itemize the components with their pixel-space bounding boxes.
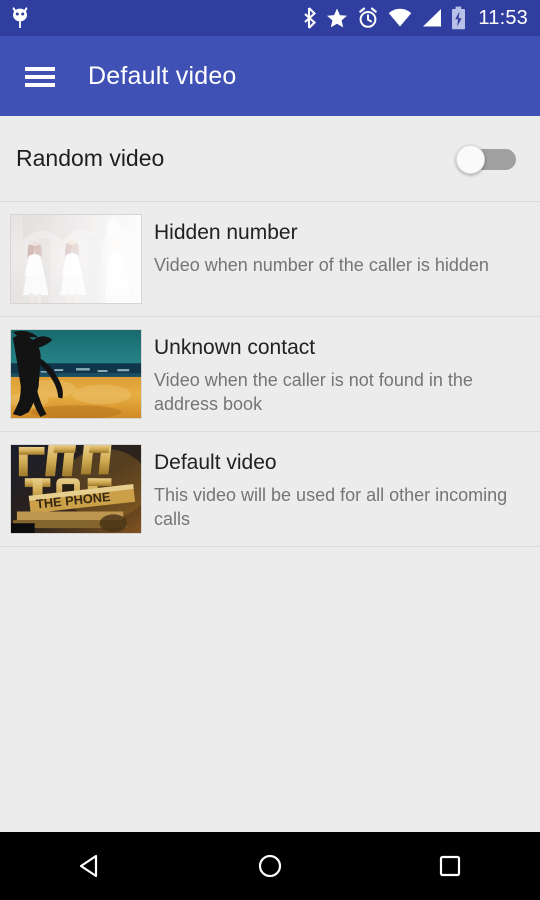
list-item-subtitle: Video when the caller is not found in th…	[154, 370, 473, 414]
back-triangle-icon	[79, 854, 98, 878]
gold-logo-the-phone-thumbnail: THE PHONE	[10, 444, 142, 534]
bluetooth-icon	[304, 7, 317, 29]
list-item-title: Default video	[154, 451, 277, 474]
list-item[interactable]: THE PHONE Default video This video will …	[0, 432, 540, 547]
status-bar-clock: 11:53	[478, 7, 528, 29]
alarm-icon	[359, 7, 378, 28]
status-bar-notifications	[10, 6, 30, 30]
list-item-subtitle: Video when number of the caller is hidde…	[154, 255, 489, 276]
video-list: Hidden number Video when number of the c…	[0, 202, 540, 547]
system-navigation-bar	[0, 832, 540, 900]
battery-charging-icon	[452, 6, 466, 30]
star-icon	[327, 8, 348, 28]
status-bar: 11:53	[0, 0, 540, 36]
pale-hall-dancers-thumbnail	[10, 214, 142, 304]
random-video-label: Random video	[16, 145, 165, 171]
app-bar: Default video	[0, 36, 540, 116]
signal-icon	[423, 9, 442, 27]
list-item-title: Unknown contact	[154, 336, 316, 359]
list-item-text: Unknown contact Video when the caller is…	[142, 329, 524, 417]
hamburger-menu-icon[interactable]	[22, 58, 58, 94]
status-bar-icons: 11:53	[302, 6, 528, 30]
home-button[interactable]	[230, 832, 310, 900]
empty-area	[0, 547, 540, 829]
android-robot-icon	[12, 7, 28, 28]
random-video-toggle[interactable]	[456, 144, 516, 174]
phone-screen: 11:53 Default video Random video Hidden …	[0, 0, 540, 900]
list-item-text: Hidden number Video when number of the c…	[142, 214, 524, 278]
home-circle-icon	[258, 854, 282, 878]
list-item[interactable]: Hidden number Video when number of the c…	[0, 202, 540, 317]
recents-square-icon	[439, 855, 461, 877]
list-item[interactable]: Unknown contact Video when the caller is…	[0, 317, 540, 432]
wifi-icon	[389, 8, 412, 27]
page-title: Default video	[88, 61, 237, 90]
recents-button[interactable]	[410, 832, 490, 900]
random-video-row[interactable]: Random video	[0, 116, 540, 202]
list-item-subtitle: This video will be used for all other in…	[154, 485, 508, 529]
beach-horse-silhouette-thumbnail	[10, 329, 142, 419]
toggle-thumb	[456, 144, 485, 174]
list-item-title: Hidden number	[154, 221, 298, 244]
list-item-text: Default video This video will be used fo…	[142, 444, 524, 532]
back-button[interactable]	[50, 832, 130, 900]
